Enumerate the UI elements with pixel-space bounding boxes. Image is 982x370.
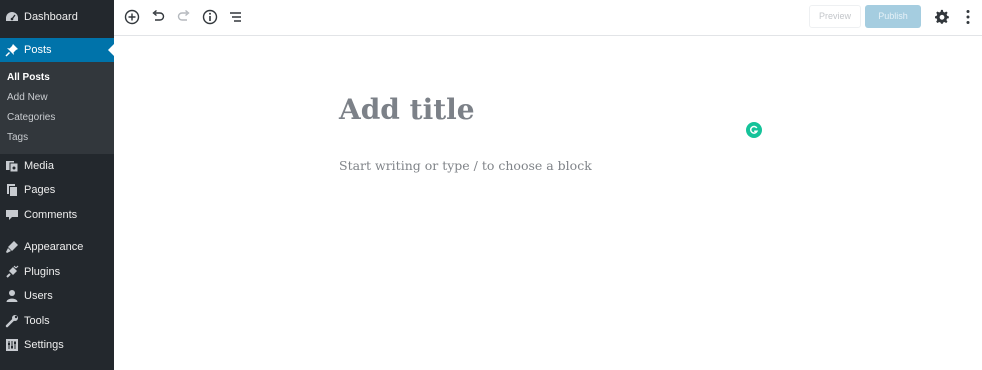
sidebar-item-label: Appearance: [24, 241, 84, 253]
pages-icon: [7, 184, 18, 197]
sidebar-item-appearance[interactable]: Appearance: [0, 235, 114, 259]
media-icon: [6, 161, 19, 173]
undo-icon[interactable]: [150, 9, 166, 25]
sidebar-item-label: Users: [24, 290, 53, 302]
sidebar-item-comments[interactable]: Comments: [0, 203, 114, 227]
sidebar-item-label: Tools: [24, 315, 50, 327]
sidebar-item-dashboard[interactable]: Dashboard: [0, 5, 114, 29]
gear-icon[interactable]: [934, 9, 950, 25]
tools-icon: [5, 315, 18, 328]
sidebar-item-label: Settings: [24, 339, 64, 351]
sidebar-item-posts[interactable]: Posts: [0, 38, 114, 62]
post-title-input[interactable]: Add title: [339, 92, 475, 128]
pin-icon: [5, 44, 18, 57]
editor-toolbar: Preview Publish: [114, 0, 982, 36]
sidebar-item-users[interactable]: Users: [0, 284, 114, 308]
submenu-tags[interactable]: Tags: [7, 132, 28, 144]
sidebar-item-label: Plugins: [24, 266, 61, 278]
preview-button[interactable]: Preview: [809, 5, 861, 28]
grammarly-g-icon: [749, 125, 759, 134]
publish-button[interactable]: Publish: [865, 5, 921, 28]
sidebar-item-settings[interactable]: Settings: [0, 333, 114, 357]
sidebar-item-label: Comments: [24, 209, 78, 221]
sidebar-item-label: Posts: [24, 44, 52, 56]
users-icon: [6, 290, 18, 302]
submenu-add-new[interactable]: Add New: [7, 92, 48, 104]
plugins-icon: [6, 265, 19, 278]
sidebar-item-media[interactable]: Media: [0, 154, 114, 178]
add-block-icon[interactable]: [124, 9, 140, 25]
appearance-icon: [6, 241, 18, 253]
sidebar-item-label: Pages: [24, 184, 56, 196]
sidebar-item-label: Media: [24, 160, 54, 172]
comments-icon: [6, 210, 18, 220]
sidebar-item-tools[interactable]: Tools: [0, 309, 114, 333]
outline-icon[interactable]: [228, 9, 244, 25]
info-icon[interactable]: [202, 9, 218, 25]
default-block-appender[interactable]: Start writing or type / to choose a bloc…: [339, 158, 592, 174]
more-vertical-icon[interactable]: [960, 9, 976, 25]
admin-sidebar: Dashboard Posts All Posts Add New Catego…: [0, 0, 114, 370]
settings-icon: [6, 339, 18, 351]
submenu-categories[interactable]: Categories: [7, 112, 55, 124]
sidebar-item-pages[interactable]: Pages: [0, 178, 114, 202]
dashboard-icon: [6, 12, 18, 21]
grammarly-icon[interactable]: [746, 122, 762, 138]
sidebar-item-label: Dashboard: [24, 11, 78, 23]
posts-submenu: All Posts Add New Categories Tags: [0, 62, 114, 154]
submenu-all-posts[interactable]: All Posts: [7, 72, 50, 84]
redo-icon[interactable]: [176, 9, 192, 25]
sidebar-item-plugins[interactable]: Plugins: [0, 260, 114, 284]
